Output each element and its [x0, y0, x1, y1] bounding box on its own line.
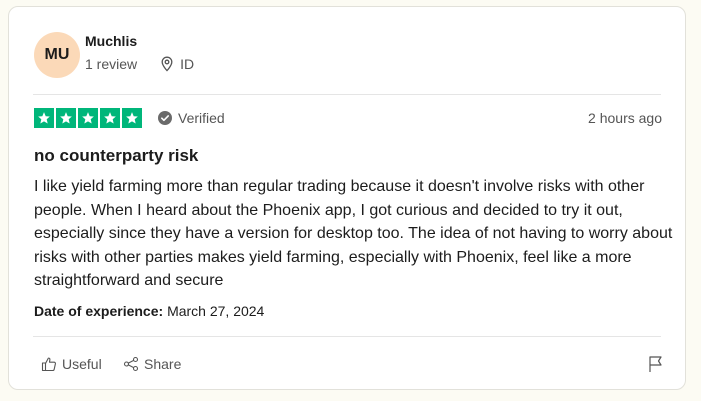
avatar-initials: MU [44, 46, 70, 63]
avatar[interactable]: MU [34, 32, 80, 78]
reviewer-location: ID [180, 56, 195, 72]
flag-icon [648, 355, 664, 378]
check-circle-icon [158, 111, 172, 125]
thumbs-up-icon [41, 356, 57, 372]
verified-label: Verified [178, 110, 225, 126]
star-rating [34, 108, 142, 128]
share-button[interactable]: Share [123, 356, 181, 372]
date-of-experience: Date of experience: March 27, 2024 [34, 303, 264, 319]
review-count: 1 review [85, 56, 138, 72]
reviewer-meta: 1 review ID [85, 56, 194, 72]
header-divider [33, 94, 661, 95]
review-card: MU Muchlis 1 review ID Verified 2 hours … [8, 6, 686, 390]
review-body: I like yield farming more than regular t… [34, 178, 673, 289]
review-time: 2 hours ago [588, 110, 662, 126]
footer-divider [33, 336, 661, 337]
experience-label: Date of experience: [34, 303, 164, 319]
experience-date: March 27, 2024 [167, 303, 265, 319]
share-label: Share [144, 356, 182, 372]
star-icon [56, 108, 76, 128]
verified-badge[interactable]: Verified [158, 110, 225, 126]
useful-button[interactable]: Useful [41, 356, 102, 372]
star-icon [122, 108, 142, 128]
report-flag-button[interactable] [648, 355, 664, 378]
star-icon [100, 108, 120, 128]
share-icon [123, 356, 139, 372]
useful-label: Useful [62, 356, 102, 372]
reviewer-name[interactable]: Muchlis [85, 33, 137, 49]
star-icon [78, 108, 98, 128]
star-icon [34, 108, 54, 128]
location-pin-icon [160, 56, 174, 72]
review-title[interactable]: no counterparty risk [34, 146, 198, 166]
